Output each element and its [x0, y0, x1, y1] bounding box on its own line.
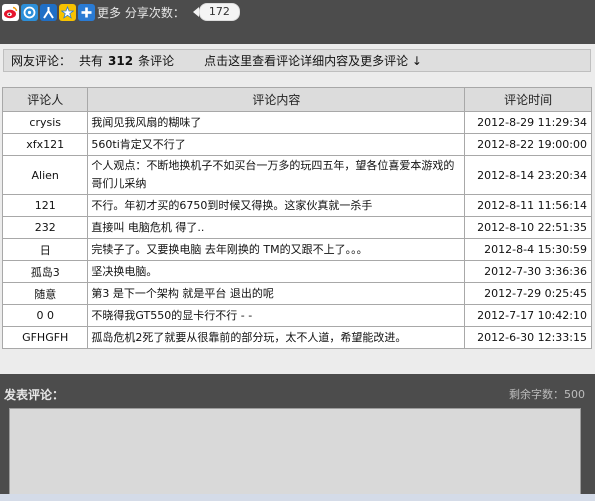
comment-summary: 网友评论： 共有 312 条评论 点击这里查看评论详细内容及更多评论 ↓: [3, 49, 591, 72]
comment-content: 我闻见我风扇的糊味了: [87, 111, 466, 134]
comment-content: 完犊子了。又要换电脑 去年刚换的 TM的又跟不上了。。。: [87, 238, 466, 261]
comment-content: 560ti肯定又不行了: [87, 133, 466, 156]
comment-user: Alien: [1, 155, 89, 195]
comment-content: 孤岛危机2死了就要从很靠前的部分玩，太不人道，希望能改进。: [87, 326, 466, 349]
summary-count-suffix: 条评论: [138, 54, 175, 68]
comment-content: 第3 是下一个架构 就是平台 退出的呢: [87, 282, 466, 305]
comment-content: 坚决换电脑。: [87, 260, 466, 283]
kaixin-icon[interactable]: [59, 3, 76, 21]
comment-user: xfx121: [1, 133, 89, 156]
comment-user: 0 0: [1, 304, 89, 327]
comments-panel: 网友评论： 共有 312 条评论 点击这里查看评论详细内容及更多评论 ↓ 评论人…: [0, 44, 595, 374]
comment-user: 日: [1, 238, 89, 261]
bottom-strip: [0, 494, 595, 501]
comment-content: 不行。年初才买的6750到时候又得换。这家伙真就一杀手: [87, 194, 466, 217]
comment-time: 2012-8-29 11:29:34: [464, 111, 592, 134]
summary-count-prefix: 共有: [79, 54, 104, 68]
header-time: 评论时间: [464, 87, 592, 112]
share-count-arrow: [192, 7, 199, 17]
comment-content: 不晓得我GT550的显卡行不行 - -: [87, 304, 466, 327]
comment-time: 2012-7-30 3:36:36: [464, 260, 592, 283]
comment-user: 121: [1, 194, 89, 217]
comments-table: 评论人 评论内容 评论时间 crysis 我闻见我风扇的糊味了 2012-8-2…: [1, 87, 592, 349]
header-content: 评论内容: [87, 87, 466, 112]
summary-count: 312: [108, 53, 134, 68]
table-row: GFHGFH 孤岛危机2死了就要从很靠前的部分玩，太不人道，希望能改进。 201…: [1, 326, 592, 349]
comment-user: 随意: [1, 282, 89, 305]
table-row: xfx121 560ti肯定又不行了 2012-8-22 19:00:00: [1, 133, 592, 156]
post-comment-bar: 发表评论： 剩余字数：500: [0, 382, 595, 406]
comment-time: 2012-7-17 10:42:10: [464, 304, 592, 327]
post-comment-title: 发表评论：: [4, 387, 65, 402]
table-row: crysis 我闻见我风扇的糊味了 2012-8-29 11:29:34: [1, 111, 592, 134]
weibo-icon[interactable]: [2, 3, 19, 21]
table-row: 孤岛3 坚决换电脑。 2012-7-30 3:36:36: [1, 260, 592, 283]
comment-user: crysis: [1, 111, 89, 134]
header-user: 评论人: [1, 87, 89, 112]
comment-content: 个人观点：不断地换机子不如买台一万多的玩四五年，望各位喜爱本游戏的哥们儿采纳: [87, 155, 466, 195]
comment-time: 2012-8-11 11:56:14: [464, 194, 592, 217]
more-plus-icon[interactable]: [78, 3, 95, 21]
comment-time: 2012-8-10 22:51:35: [464, 216, 592, 239]
table-header-row: 评论人 评论内容 评论时间: [1, 87, 592, 112]
comment-time: 2012-8-4 15:30:59: [464, 238, 592, 261]
comment-content: 直接叫 电脑危机 得了..: [87, 216, 466, 239]
comment-time: 2012-6-30 12:33:15: [464, 326, 592, 349]
comment-user: 232: [1, 216, 89, 239]
comment-user: GFHGFH: [1, 326, 89, 349]
share-more-label[interactable]: 更多 分享次数：: [97, 4, 185, 21]
table-row: Alien 个人观点：不断地换机子不如买台一万多的玩四五年，望各位喜爱本游戏的哥…: [1, 155, 592, 195]
share-bar: 更多 分享次数： 172: [0, 0, 595, 24]
remaining-chars: 剩余字数：500: [509, 388, 585, 401]
table-row: 121 不行。年初才买的6750到时候又得换。这家伙真就一杀手 2012-8-1…: [1, 194, 592, 217]
share-count: 172: [198, 3, 240, 21]
view-more-comments-link[interactable]: 点击这里查看评论详细内容及更多评论 ↓: [204, 52, 422, 69]
table-row: 日 完犊子了。又要换电脑 去年刚换的 TM的又跟不上了。。。 2012-8-4 …: [1, 238, 592, 261]
comment-user: 孤岛3: [1, 260, 89, 283]
comment-textarea[interactable]: [9, 408, 581, 495]
table-row: 232 直接叫 电脑危机 得了.. 2012-8-10 22:51:35: [1, 216, 592, 239]
table-row: 随意 第3 是下一个架构 就是平台 退出的呢 2012-7-29 0:25:45: [1, 282, 592, 305]
summary-label: 网友评论：: [11, 54, 72, 68]
comment-time: 2012-8-14 23:20:34: [464, 155, 592, 195]
qzone-icon[interactable]: [21, 3, 38, 21]
comment-time: 2012-7-29 0:25:45: [464, 282, 592, 305]
renren-icon[interactable]: [40, 3, 57, 21]
table-row: 0 0 不晓得我GT550的显卡行不行 - - 2012-7-17 10:42:…: [1, 304, 592, 327]
share-count-badge: 172: [192, 3, 240, 21]
comment-time: 2012-8-22 19:00:00: [464, 133, 592, 156]
